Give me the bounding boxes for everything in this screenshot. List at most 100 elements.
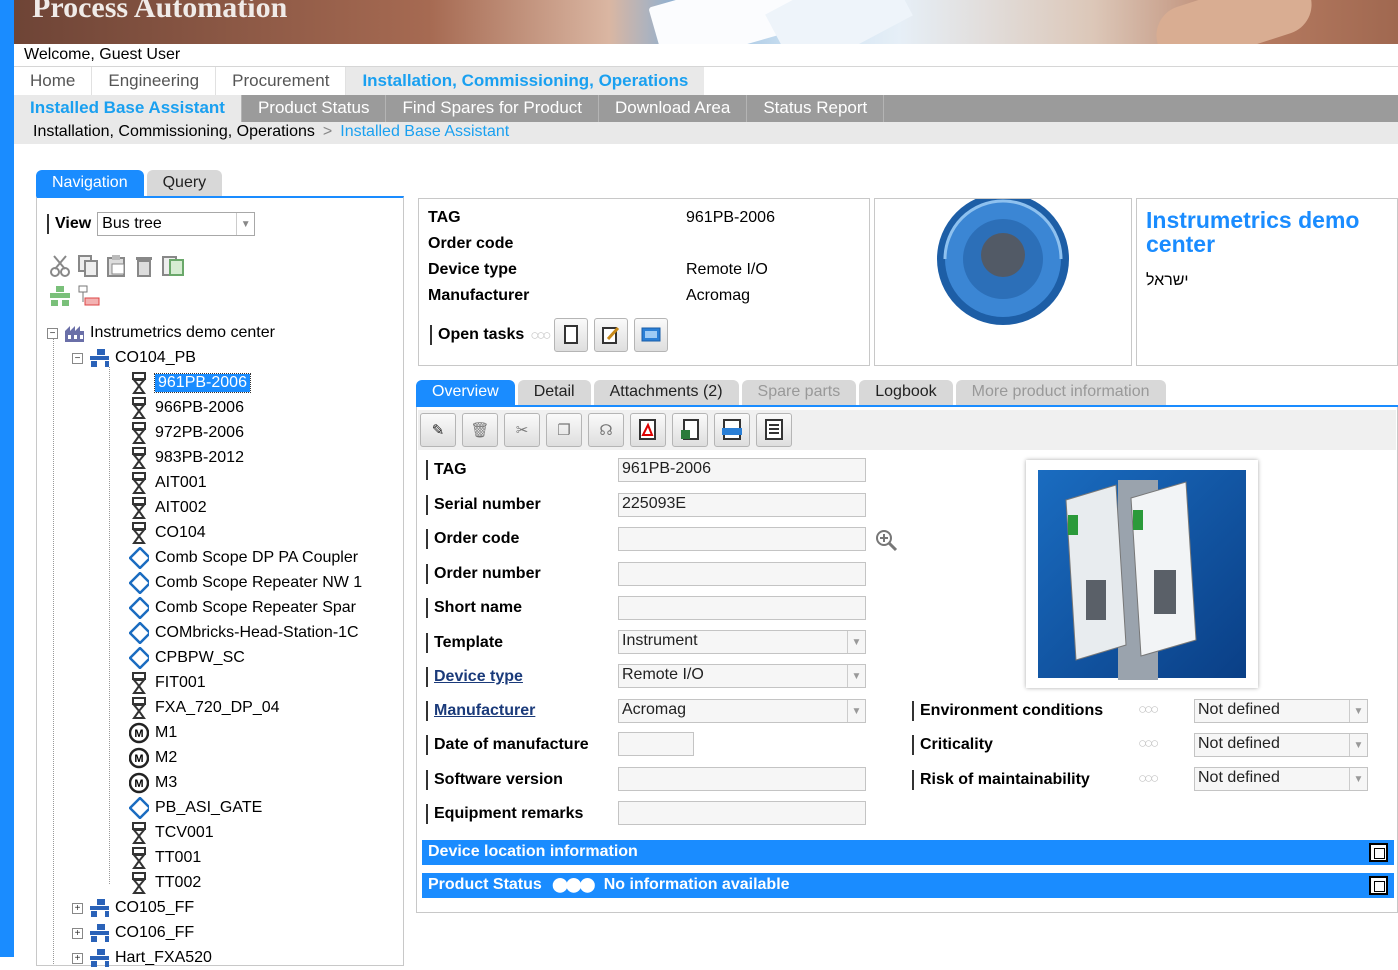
tab-home[interactable]: Home xyxy=(14,67,93,95)
chevron-down-icon[interactable]: ▼ xyxy=(1349,768,1367,790)
tree-node[interactable]: M M1 xyxy=(129,721,177,745)
tree-node-label[interactable]: AIT002 xyxy=(155,499,207,517)
report-button[interactable] xyxy=(756,413,792,447)
manufacturer-label[interactable]: Manufacturer xyxy=(434,702,618,720)
tab-overview[interactable]: Overview xyxy=(416,380,515,406)
chevron-down-icon[interactable]: ▼ xyxy=(1349,700,1367,722)
collapse-icon[interactable]: − xyxy=(47,327,58,339)
tree-node[interactable]: 966PB-2006 xyxy=(129,396,244,420)
tree-node[interactable]: − Instrumetrics demo center xyxy=(47,321,275,345)
tree-node-label[interactable]: CPBPW_SC xyxy=(155,649,245,667)
tree-node[interactable]: 961PB-2006 xyxy=(129,371,251,395)
tree-node[interactable]: AIT002 xyxy=(129,496,207,520)
tree-node-label[interactable]: Instrumetrics demo center xyxy=(90,324,275,342)
excel-button[interactable] xyxy=(672,413,708,447)
order-number-field[interactable] xyxy=(618,562,866,586)
tree-node-label[interactable]: FXA_720_DP_04 xyxy=(155,699,280,717)
tree-node[interactable]: M M2 xyxy=(129,746,177,770)
subtab-find-spares[interactable]: Find Spares for Product xyxy=(386,95,599,122)
tree-node-label[interactable]: Comb Scope DP PA Coupler xyxy=(155,549,358,567)
tree-node[interactable]: CPBPW_SC xyxy=(129,646,245,670)
tree-node-label[interactable]: 983PB-2012 xyxy=(155,449,244,467)
tree-node-label[interactable]: 972PB-2006 xyxy=(155,424,244,442)
tree-node[interactable]: + Hart_FXA520 xyxy=(72,946,212,970)
expand-icon[interactable] xyxy=(1369,843,1388,862)
task-list-button[interactable] xyxy=(634,318,669,352)
status-section-header[interactable]: Product Status ⬤⬤⬤ No information availa… xyxy=(422,873,1394,898)
structure-icon[interactable] xyxy=(77,284,101,308)
order-code-field[interactable] xyxy=(618,527,866,551)
tree-node-label[interactable]: M2 xyxy=(155,749,177,767)
tree-node[interactable]: TCV001 xyxy=(129,821,214,845)
tree-node-label[interactable]: M3 xyxy=(155,774,177,792)
tab-engineering[interactable]: Engineering xyxy=(92,67,217,95)
tree-node[interactable]: CO104 xyxy=(129,521,206,545)
delete-icon[interactable] xyxy=(133,254,155,278)
subtab-product-status[interactable]: Product Status xyxy=(242,95,387,122)
env-select[interactable]: Not defined ▼ xyxy=(1194,699,1368,723)
chevron-down-icon[interactable]: ▼ xyxy=(847,665,865,687)
short-name-field[interactable] xyxy=(618,596,866,620)
tree-node-label[interactable]: PB_ASI_GATE xyxy=(155,799,262,817)
edit-task-button[interactable] xyxy=(594,318,629,352)
expand-icon[interactable] xyxy=(1369,876,1388,895)
tree-node[interactable]: Comb Scope Repeater Spar xyxy=(129,596,356,620)
tree-node-label[interactable]: Comb Scope Repeater Spar xyxy=(155,599,356,617)
tree-node[interactable]: AIT001 xyxy=(129,471,207,495)
tag-field[interactable]: 961PB-2006 xyxy=(618,458,866,482)
zoom-icon[interactable] xyxy=(874,528,898,552)
move-icon[interactable] xyxy=(161,254,185,278)
tree-node-label[interactable]: FIT001 xyxy=(155,674,206,692)
cut-button[interactable]: ✂ xyxy=(504,413,540,447)
device-type-select[interactable]: Remote I/O ▼ xyxy=(618,664,866,688)
tab-attachments[interactable]: Attachments (2) xyxy=(593,380,739,406)
tree-node[interactable]: 983PB-2012 xyxy=(129,446,244,470)
tree-node[interactable]: Comb Scope DP PA Coupler xyxy=(129,546,358,570)
tree-node[interactable]: 972PB-2006 xyxy=(129,421,244,445)
chevron-down-icon[interactable]: ▼ xyxy=(847,700,865,722)
tree-node-label[interactable]: 966PB-2006 xyxy=(155,399,244,417)
criticality-select[interactable]: Not defined ▼ xyxy=(1194,733,1368,757)
copy-icon[interactable] xyxy=(77,254,99,278)
chevron-down-icon[interactable]: ▼ xyxy=(847,631,865,653)
tab-logbook[interactable]: Logbook xyxy=(859,380,953,406)
manufacturer-select[interactable]: Acromag ▼ xyxy=(618,699,866,723)
edit-button[interactable]: ✎ xyxy=(420,413,456,447)
tab-query[interactable]: Query xyxy=(146,170,223,196)
tree-node[interactable]: COMbricks-Head-Station-1C xyxy=(129,621,359,645)
expand-icon[interactable]: + xyxy=(72,902,83,914)
tree-node-label[interactable]: CO104 xyxy=(155,524,206,542)
tree-node-label[interactable]: Hart_FXA520 xyxy=(115,949,212,967)
breadcrumb-parent[interactable]: Installation, Commissioning, Operations xyxy=(33,123,315,140)
tree-node-label[interactable]: TT002 xyxy=(155,874,201,892)
tree-node[interactable]: Comb Scope Repeater NW 1 xyxy=(129,571,362,595)
breadcrumb-current[interactable]: Installed Base Assistant xyxy=(340,123,509,140)
expand-icon[interactable]: + xyxy=(72,952,83,964)
location-section-header[interactable]: Device location information xyxy=(422,840,1394,865)
tree-node[interactable]: M M3 xyxy=(129,771,177,795)
new-task-button[interactable] xyxy=(554,318,589,352)
tree-node[interactable]: TT001 xyxy=(129,846,201,870)
tab-navigation[interactable]: Navigation xyxy=(36,170,144,196)
tree-node[interactable]: TT002 xyxy=(129,871,201,895)
tree-node-label[interactable]: 961PB-2006 xyxy=(154,373,251,393)
tree-node[interactable]: FIT001 xyxy=(129,671,206,695)
paste-icon[interactable] xyxy=(105,254,127,278)
collapse-icon[interactable]: − xyxy=(72,352,83,364)
tree-node[interactable]: + CO105_FF xyxy=(72,896,194,920)
serial-field[interactable]: 225093E xyxy=(618,493,866,517)
tree-node-label[interactable]: TT001 xyxy=(155,849,201,867)
xml-button[interactable] xyxy=(714,413,750,447)
subtab-installed-base[interactable]: Installed Base Assistant xyxy=(14,95,242,122)
delete-button[interactable]: 🗑 xyxy=(462,413,498,447)
tree-node-label[interactable]: TCV001 xyxy=(155,824,214,842)
tree-node[interactable]: PB_ASI_GATE xyxy=(129,796,262,820)
tree-node-label[interactable]: Comb Scope Repeater NW 1 xyxy=(155,574,362,592)
tab-procurement[interactable]: Procurement xyxy=(216,67,347,95)
tab-detail[interactable]: Detail xyxy=(517,380,591,406)
view-select[interactable]: Bus tree ▼ xyxy=(97,212,256,236)
subtab-download-area[interactable]: Download Area xyxy=(599,95,748,122)
cut-icon[interactable] xyxy=(49,254,71,278)
expand-icon[interactable]: + xyxy=(72,927,83,939)
tree-node-label[interactable]: CO105_FF xyxy=(115,899,194,917)
